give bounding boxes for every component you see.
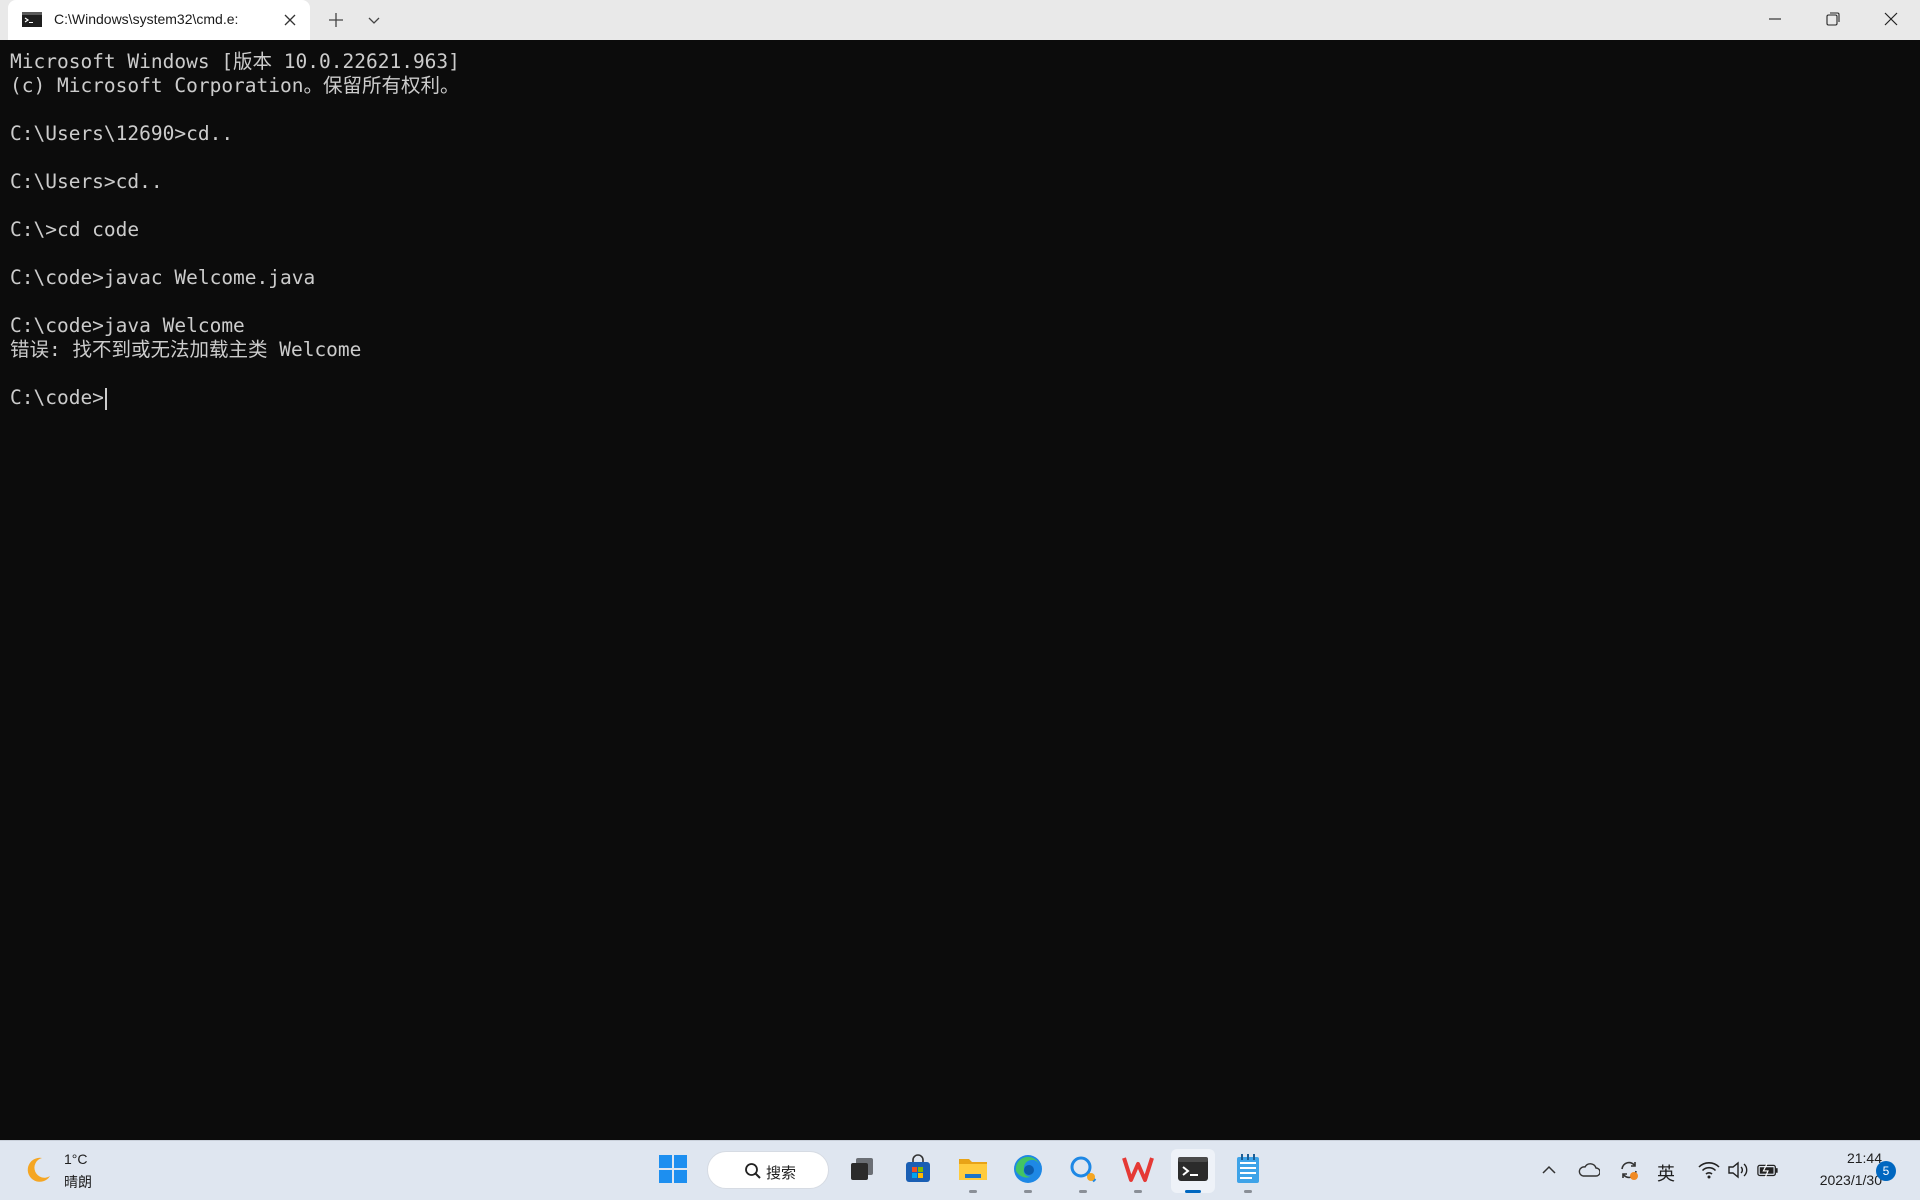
wps-button[interactable]: [1116, 1149, 1160, 1193]
onedrive-cloud-icon[interactable]: [1578, 1159, 1600, 1181]
edge-button[interactable]: [1006, 1149, 1050, 1193]
magnifier-app-icon: [1067, 1153, 1099, 1189]
cmd-icon: [22, 12, 42, 27]
task-view-button[interactable]: [840, 1149, 884, 1193]
windows-logo-icon: [658, 1154, 688, 1188]
search-app-button[interactable]: [1061, 1149, 1105, 1193]
sync-icon[interactable]: [1618, 1159, 1640, 1181]
terminal-tab[interactable]: C:\Windows\system32\cmd.e:: [8, 0, 310, 40]
running-indicator: [969, 1190, 977, 1193]
terminal-output[interactable]: Microsoft Windows [版本 10.0.22621.963] (c…: [0, 40, 1920, 1140]
clock-date: 2023/1/30: [1819, 1172, 1882, 1188]
microsoft-store-button[interactable]: [896, 1149, 940, 1193]
input-method-indicator[interactable]: 英: [1657, 1160, 1675, 1186]
restore-icon: [1826, 11, 1840, 30]
file-explorer-button[interactable]: [951, 1149, 995, 1193]
weather-condition: 晴朗: [64, 1174, 92, 1190]
moon-icon: [22, 1154, 54, 1186]
running-indicator: [1244, 1190, 1252, 1193]
volume-icon[interactable]: [1727, 1159, 1749, 1181]
wps-icon: [1122, 1154, 1154, 1188]
task-view-icon: [848, 1155, 876, 1187]
terminal-error-line: 错误: 找不到或无法加载主类 Welcome: [10, 338, 362, 361]
terminal-line: C:\code>javac Welcome.java: [10, 266, 316, 289]
taskbar-search-box[interactable]: 搜索: [707, 1151, 829, 1189]
edge-icon: [1012, 1153, 1044, 1189]
show-hidden-icons-chevron-up-icon[interactable]: [1538, 1159, 1560, 1181]
weather-temperature: 1°C: [64, 1151, 88, 1167]
new-tab-plus-icon[interactable]: [326, 10, 346, 30]
clock-time: 21:44: [1846, 1150, 1882, 1166]
close-tab-icon[interactable]: [282, 12, 298, 28]
search-label: 搜索: [766, 1165, 797, 1182]
text-cursor: [105, 388, 107, 410]
search-icon: [744, 1162, 762, 1180]
start-button[interactable]: [651, 1149, 695, 1193]
notification-count-badge[interactable]: 5: [1876, 1161, 1896, 1181]
running-indicator: [1024, 1190, 1032, 1193]
terminal-line: C:\>cd code: [10, 218, 140, 241]
terminal-line: C:\Users\12690>cd..: [10, 122, 234, 145]
close-window-button[interactable]: [1862, 0, 1920, 40]
terminal-prompt: C:\code>: [10, 386, 104, 409]
maximize-button[interactable]: [1804, 0, 1862, 40]
terminal-line: Microsoft Windows [版本 10.0.22621.963]: [10, 50, 460, 73]
terminal-line: (c) Microsoft Corporation。保留所有权利。: [10, 74, 460, 97]
tab-title: C:\Windows\system32\cmd.e:: [54, 11, 239, 27]
battery-charging-icon[interactable]: [1757, 1159, 1779, 1181]
close-icon: [1884, 11, 1898, 30]
terminal-icon: [1177, 1155, 1209, 1187]
terminal-line: C:\Users>cd..: [10, 170, 163, 193]
running-indicator: [1079, 1190, 1087, 1193]
tab-dropdown-chevron-down-icon[interactable]: [364, 10, 384, 30]
store-icon: [903, 1154, 933, 1188]
minimize-button[interactable]: [1746, 0, 1804, 40]
terminal-button[interactable]: [1171, 1149, 1215, 1193]
terminal-line: C:\code>java Welcome: [10, 314, 245, 337]
wifi-icon[interactable]: [1698, 1159, 1720, 1181]
active-indicator: [1185, 1190, 1201, 1193]
notepad-icon: [1234, 1153, 1262, 1189]
minimize-icon: [1768, 11, 1782, 30]
running-indicator: [1134, 1190, 1142, 1193]
notepad-button[interactable]: [1226, 1149, 1270, 1193]
taskbar: 1°C 晴朗 搜索 英 21:44 2023/1/30 5: [0, 1140, 1920, 1200]
title-bar: C:\Windows\system32\cmd.e:: [0, 0, 1920, 40]
folder-icon: [957, 1154, 989, 1188]
